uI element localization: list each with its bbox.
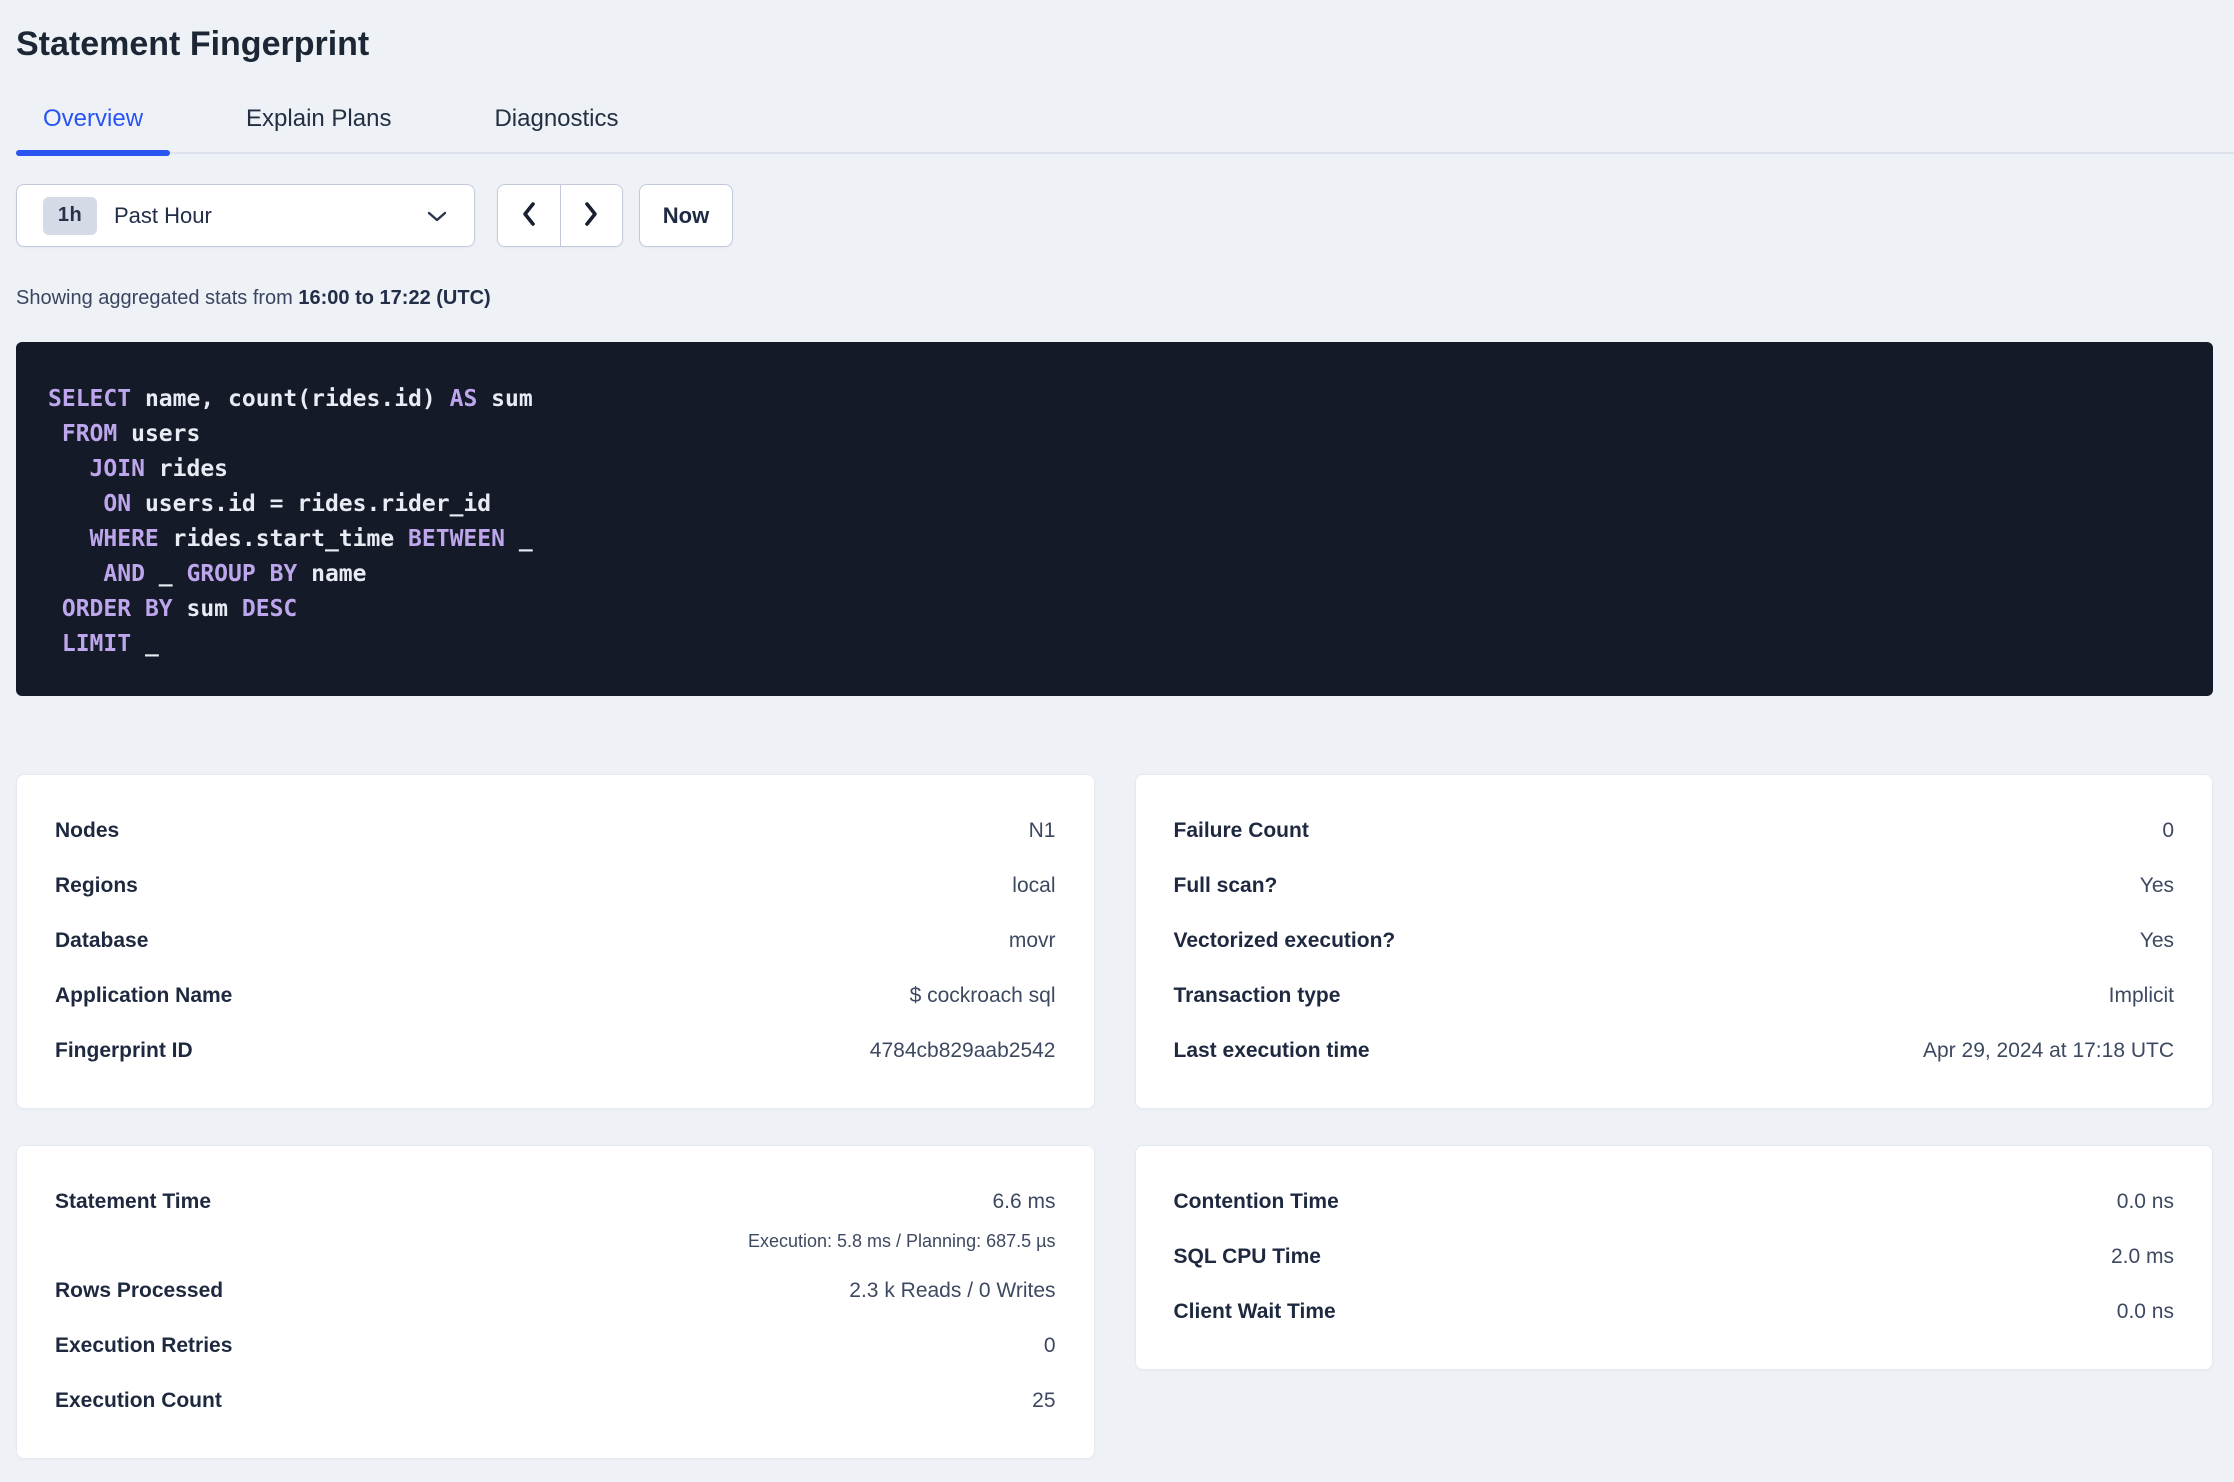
resource-row-sql-cpu-time: SQL CPU Time 2.0 ms <box>1174 1229 2175 1284</box>
time-prev-button[interactable] <box>498 185 560 246</box>
row-label: Nodes <box>55 818 120 842</box>
overview-card: Nodes N1 Regions local Database movr App… <box>16 774 1095 1109</box>
tab-diagnostics[interactable]: Diagnostics <box>467 107 645 152</box>
tab-overview-label: Overview <box>43 105 144 132</box>
tab-overview[interactable]: Overview <box>16 105 171 156</box>
sql-statement-box: SELECT name, count(rides.id) AS sum FROM… <box>16 342 2213 696</box>
row-value: Yes <box>2139 873 2174 897</box>
tab-diagnostics-label: Diagnostics <box>494 105 619 132</box>
row-value: 0.0 ns <box>2116 1189 2174 1213</box>
application-name-link[interactable]: $ cockroach sql <box>910 984 1056 1008</box>
row-label: Failure Count <box>1173 818 1309 842</box>
statement-stats-card: Statement Time 6.6 ms Execution: 5.8 ms … <box>16 1145 1095 1459</box>
row-label: Transaction type <box>1173 983 1341 1007</box>
execution-attributes-card: Failure Count 0 Full scan? Yes Vectorize… <box>1134 774 2213 1109</box>
statement-time-values: 6.6 ms Execution: 5.8 ms / Planning: 687… <box>748 1174 1056 1253</box>
time-range-dropdown[interactable]: 1h Past Hour <box>16 184 475 247</box>
overview-row-fingerprint-id: Fingerprint ID 4784cb829aab2542 <box>55 1023 1056 1078</box>
overview-row-regions: Regions local <box>55 858 1056 913</box>
aggregation-range-text: Showing aggregated stats from 16:00 to 1… <box>16 285 2213 311</box>
tab-bar: Overview Explain Plans Diagnostics <box>16 105 2234 156</box>
time-interval-badge: 1h <box>43 196 97 235</box>
row-value: Yes <box>2139 928 2174 952</box>
row-value: 25 <box>1032 1388 1056 1412</box>
row-label: Application Name <box>55 983 233 1007</box>
time-range-label: Past Hour <box>114 202 212 228</box>
tab-explain-plans[interactable]: Explain Plans <box>219 107 418 152</box>
stats-row-rows-processed: Rows Processed 2.3 k Reads / 0 Writes <box>55 1263 1056 1318</box>
chevron-left-icon <box>519 200 539 231</box>
overview-row-database: Database movr <box>55 913 1056 968</box>
row-label: Regions <box>55 873 138 897</box>
row-label: Contention Time <box>1173 1189 1339 1213</box>
row-label: Last execution time <box>1173 1038 1370 1062</box>
stats-row-execution-retries: Execution Retries 0 <box>55 1318 1056 1373</box>
sql-statement: SELECT name, count(rides.id) AS sum FROM… <box>48 386 533 657</box>
row-value: 2.0 ms <box>2110 1244 2174 1268</box>
row-label: Statement Time <box>55 1189 211 1213</box>
time-pager <box>497 184 623 247</box>
row-value: 0 <box>2162 818 2174 842</box>
overview-row-nodes: Nodes N1 <box>55 803 1056 858</box>
row-value: Implicit <box>2108 983 2174 1007</box>
overview-row-application-name: Application Name $ cockroach sql <box>55 968 1056 1023</box>
resource-row-contention-time: Contention Time 0.0 ns <box>1174 1174 2175 1229</box>
row-value: Apr 29, 2024 at 17:18 UTC <box>1923 1038 2174 1062</box>
attrs-row-vectorized: Vectorized execution? Yes <box>1174 913 2175 968</box>
chevron-right-icon <box>581 200 601 231</box>
row-label: Full scan? <box>1173 873 1278 897</box>
row-label: Rows Processed <box>55 1278 224 1302</box>
row-label: Database <box>55 928 149 952</box>
row-label: Execution Count <box>55 1388 222 1412</box>
resource-usage-card: Contention Time 0.0 ns SQL CPU Time 2.0 … <box>1134 1145 2213 1370</box>
attrs-row-transaction-type: Transaction type Implicit <box>1174 968 2175 1023</box>
now-button[interactable]: Now <box>639 184 733 247</box>
stats-row-statement-time: Statement Time 6.6 ms Execution: 5.8 ms … <box>55 1174 1056 1253</box>
tab-explain-plans-label: Explain Plans <box>246 105 392 132</box>
page-title: Statement Fingerprint <box>16 25 370 63</box>
row-label: SQL CPU Time <box>1173 1244 1321 1268</box>
attrs-row-last-execution-time: Last execution time Apr 29, 2024 at 17:1… <box>1174 1023 2175 1078</box>
attrs-row-failure-count: Failure Count 0 <box>1174 803 2175 858</box>
row-value: 6.6 ms <box>992 1189 1056 1213</box>
attrs-row-full-scan: Full scan? Yes <box>1174 858 2175 913</box>
time-controls: 1h Past Hour Now <box>16 184 2213 247</box>
row-value: 2.3 k Reads / 0 Writes <box>849 1278 1056 1302</box>
page: Statement Fingerprint Overview Explain P… <box>0 24 2234 1459</box>
aggregation-range-value: 16:00 to 17:22 (UTC) <box>298 287 491 309</box>
resource-row-client-wait-time: Client Wait Time 0.0 ns <box>1174 1284 2175 1339</box>
time-next-button[interactable] <box>559 185 622 246</box>
row-label: Client Wait Time <box>1173 1299 1336 1323</box>
row-subvalue: Execution: 5.8 ms / Planning: 687.5 µs <box>747 1231 1056 1251</box>
aggregation-range-prefix: Showing aggregated stats from <box>16 287 293 309</box>
row-value: 0 <box>1043 1333 1056 1357</box>
row-label: Execution Retries <box>55 1333 233 1357</box>
row-label: Fingerprint ID <box>55 1038 193 1062</box>
row-value: local <box>1012 873 1056 897</box>
row-value: 4784cb829aab2542 <box>869 1038 1056 1062</box>
row-label: Vectorized execution? <box>1173 928 1396 952</box>
row-value: 0.0 ns <box>2116 1299 2174 1323</box>
row-value: movr <box>1008 928 1056 952</box>
cards-row-2: Statement Time 6.6 ms Execution: 5.8 ms … <box>16 1145 2213 1459</box>
cards-row-1: Nodes N1 Regions local Database movr App… <box>16 774 2213 1109</box>
chevron-down-icon <box>426 209 448 223</box>
nodes-link[interactable]: N1 <box>1029 819 1056 843</box>
stats-row-execution-count: Execution Count 25 <box>55 1373 1056 1428</box>
